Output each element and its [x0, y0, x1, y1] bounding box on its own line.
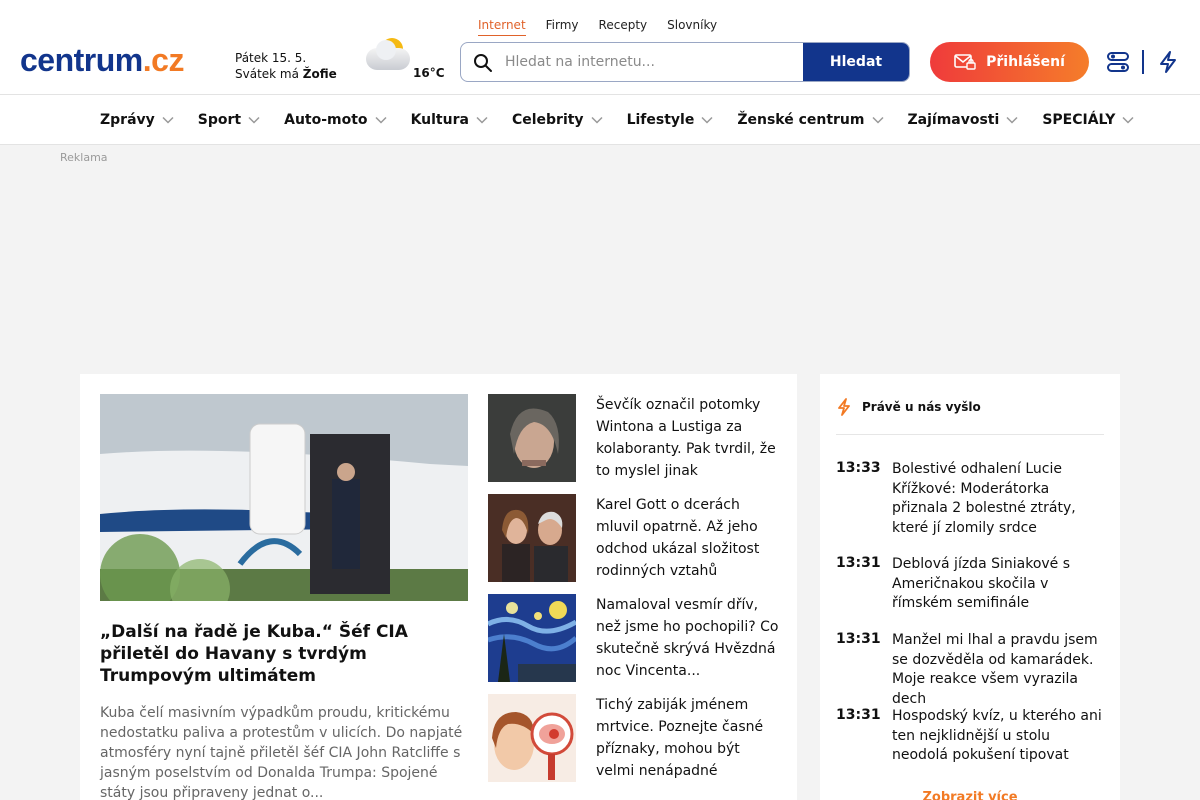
chevron-down-icon: [476, 116, 488, 124]
nav-item-zenske-centrum[interactable]: Ženské centrum: [737, 112, 884, 128]
nav-item-specialy[interactable]: SPECIÁLY: [1042, 112, 1134, 128]
article-thumbnail[interactable]: [488, 394, 576, 482]
dashed-divider: [836, 434, 1104, 435]
nav-item-lifestyle[interactable]: Lifestyle: [627, 112, 714, 128]
mail-lock-icon: [954, 54, 976, 70]
list-item[interactable]: Namaloval vesmír dřív, než jsme ho pocho…: [488, 594, 788, 694]
news-time: 13:31: [836, 555, 881, 571]
article-title[interactable]: Tichý zabiják jménem mrtvice. Poznejte č…: [596, 694, 782, 782]
article-title[interactable]: Karel Gott o dcerách mluvil opatrně. Až …: [596, 494, 782, 582]
hero-image[interactable]: [100, 394, 468, 601]
ad-label: Reklama: [60, 151, 108, 164]
tab-recepty[interactable]: Recepty: [599, 18, 648, 36]
news-time: 13:31: [836, 631, 881, 647]
list-item[interactable]: Ševčík označil potomky Wintona a Lustiga…: [488, 394, 788, 494]
lightning-icon[interactable]: [1157, 50, 1179, 74]
nameday-name: Žofie: [302, 67, 337, 81]
temperature: 16°C: [413, 66, 445, 80]
search-tabs: Internet Firmy Recepty Slovníky: [478, 18, 717, 36]
search-bar: Hledat: [460, 42, 910, 82]
logo-suffix: .cz: [142, 42, 185, 78]
top-stories: „Další na řadě je Kuba.“ Šéf CIA přiletě…: [80, 374, 797, 800]
nav-item-celebrity[interactable]: Celebrity: [512, 112, 603, 128]
news-time: 13:33: [836, 460, 881, 476]
login-label: Přihlášení: [986, 54, 1065, 70]
chevron-down-icon: [162, 116, 174, 124]
article-thumbnail[interactable]: [488, 494, 576, 582]
chevron-down-icon: [1006, 116, 1018, 124]
side-articles: Ševčík označil potomky Wintona a Lustiga…: [488, 394, 788, 794]
news-title[interactable]: Deblová jízda Siniakové s Američnakou sk…: [892, 555, 1104, 614]
tab-slovniky[interactable]: Slovníky: [667, 18, 717, 36]
latest-news-title: Právě u nás vyšlo: [862, 400, 981, 414]
latest-news-heading: Právě u nás vyšlo: [836, 398, 981, 416]
current-date: Pátek 15. 5.: [235, 51, 307, 65]
article-title[interactable]: Ševčík označil potomky Wintona a Lustiga…: [596, 394, 782, 482]
nav-item-auto-moto[interactable]: Auto-moto: [284, 112, 387, 128]
hero-perex: Kuba čelí masivním výpadkům proudu, krit…: [100, 705, 463, 800]
chevron-down-icon: [591, 116, 603, 124]
chevron-down-icon: [1122, 116, 1134, 124]
chevron-down-icon: [701, 116, 713, 124]
site-logo[interactable]: centrum.cz: [20, 44, 184, 76]
search-button[interactable]: Hledat: [803, 43, 909, 81]
news-title[interactable]: Hospodský kvíz, u kterého ani ten nejkli…: [892, 707, 1104, 766]
search-icon: [474, 54, 492, 72]
tab-internet[interactable]: Internet: [478, 18, 526, 36]
article-thumbnail[interactable]: [488, 694, 576, 782]
date-nameday: Pátek 15. 5. Svátek má Žofie: [235, 50, 337, 82]
news-title[interactable]: Manžel mi lhal a pravdu jsem se dozvěděl…: [892, 631, 1104, 709]
settings-toggles-icon[interactable]: [1106, 50, 1130, 74]
weather-widget[interactable]: 16°C: [364, 36, 445, 80]
news-time: 13:31: [836, 707, 881, 723]
nameday-prefix: Svátek má: [235, 67, 299, 81]
main-navigation: Zprávy Sport Auto-moto Kultura Celebrity…: [0, 95, 1200, 145]
chevron-down-icon: [871, 116, 884, 124]
login-button[interactable]: Přihlášení: [930, 42, 1089, 82]
news-title[interactable]: Bolestivé odhalení Lucie Křížkové: Moder…: [892, 460, 1104, 538]
search-input[interactable]: [505, 51, 795, 73]
logo-main: centrum: [20, 42, 143, 78]
article-thumbnail[interactable]: [488, 594, 576, 682]
nav-item-kultura[interactable]: Kultura: [411, 112, 488, 128]
show-more-link[interactable]: Zobrazit více: [820, 790, 1120, 800]
nav-item-zajimavosti[interactable]: Zajímavosti: [908, 112, 1019, 128]
header-divider: [1142, 50, 1144, 74]
list-item[interactable]: Karel Gott o dcerách mluvil opatrně. Až …: [488, 494, 788, 594]
lightning-icon: [838, 398, 850, 416]
latest-news-panel: Právě u nás vyšlo 13:33 Bolestivé odhale…: [820, 374, 1120, 800]
list-item[interactable]: Tichý zabiják jménem mrtvice. Poznejte č…: [488, 694, 788, 794]
tab-firmy[interactable]: Firmy: [546, 18, 579, 36]
article-title[interactable]: Namaloval vesmír dřív, než jsme ho pocho…: [596, 594, 782, 682]
hero-title[interactable]: „Další na řadě je Kuba.“ Šéf CIA přiletě…: [100, 621, 468, 687]
nav-item-sport[interactable]: Sport: [198, 112, 260, 128]
site-header: centrum.cz Pátek 15. 5. Svátek má Žofie …: [0, 0, 1200, 95]
chevron-down-icon: [375, 116, 387, 124]
chevron-down-icon: [248, 116, 260, 124]
nav-item-zpravy[interactable]: Zprávy: [100, 112, 174, 128]
